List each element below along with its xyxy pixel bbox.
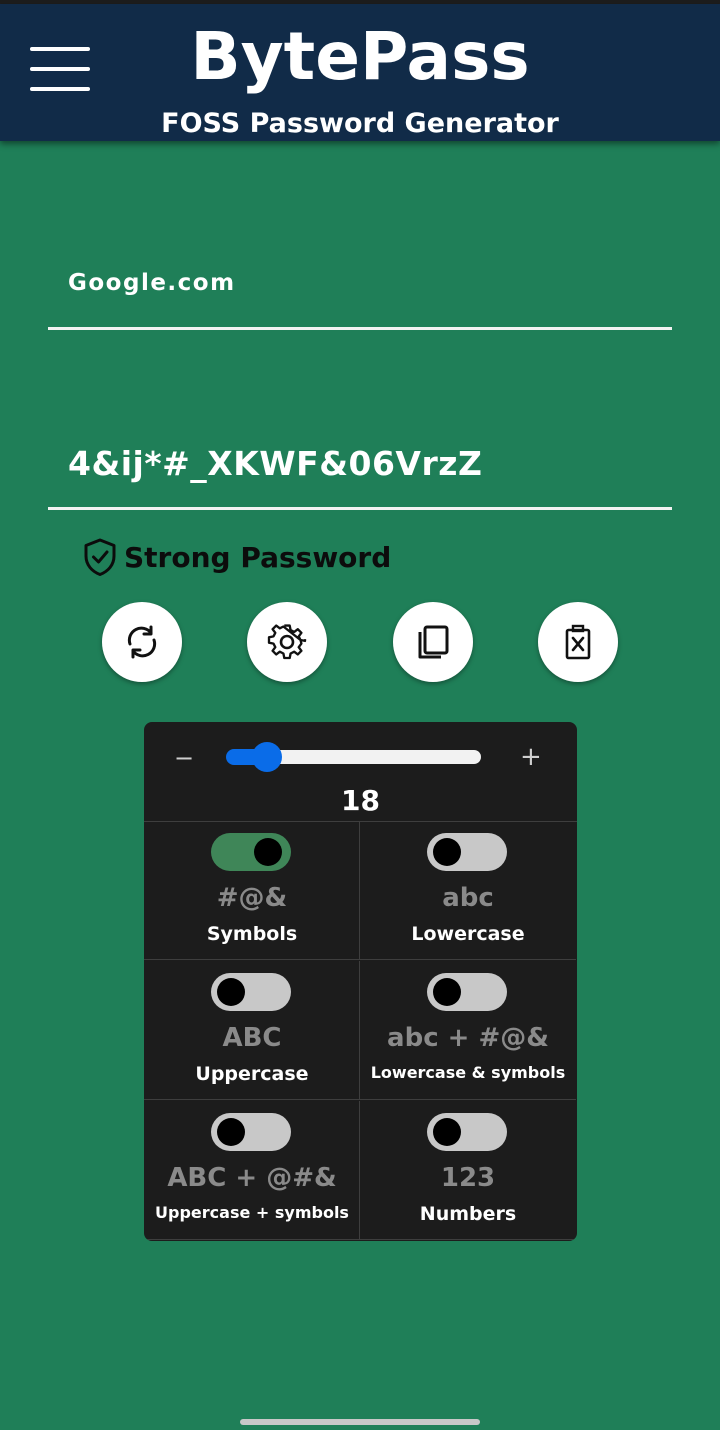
option-lowercase-symbols: abc + #@& Lowercase & symbols [360, 961, 576, 1100]
increase-length-button[interactable]: + [520, 742, 542, 772]
options-panel: − + 18 #@& Symbols abc Lowercase ABC Upp… [144, 722, 577, 1241]
numbers-toggle[interactable] [427, 1113, 507, 1151]
uppercase-glyph: ABC [222, 1023, 282, 1053]
shield-check-icon [84, 538, 116, 576]
symbols-toggle[interactable] [211, 833, 291, 871]
gear-icon [267, 624, 307, 660]
option-uppercase-symbols: ABC + @#& Uppercase + symbols [144, 1101, 360, 1240]
gesture-nav-handle[interactable] [240, 1419, 480, 1425]
app-header: BytePass FOSS Password Generator [0, 4, 720, 141]
length-value: 18 [341, 784, 380, 817]
site-field [48, 250, 672, 330]
app-subtitle: FOSS Password Generator [161, 108, 559, 139]
strength-indicator: Strong Password [82, 535, 391, 579]
clear-button[interactable] [538, 602, 618, 682]
uppercase-symbols-label: Uppercase + symbols [155, 1203, 349, 1222]
password-output[interactable] [48, 425, 668, 501]
numbers-label: Numbers [419, 1203, 517, 1225]
settings-button[interactable] [247, 602, 327, 682]
option-symbols: #@& Symbols [144, 821, 360, 960]
numbers-glyph: 123 [440, 1163, 496, 1193]
regenerate-button[interactable] [102, 602, 182, 682]
app-title: BytePass [190, 18, 530, 95]
lowercase-toggle[interactable] [427, 833, 507, 871]
copy-icon [418, 625, 449, 659]
uppercase-symbols-glyph: ABC + @#& [167, 1163, 337, 1193]
password-field [48, 425, 672, 510]
uppercase-symbols-toggle[interactable] [211, 1113, 291, 1151]
copy-button[interactable] [393, 602, 473, 682]
uppercase-label: Uppercase [195, 1063, 309, 1085]
symbols-label: Symbols [206, 923, 298, 945]
lowercase-glyph: abc [442, 883, 494, 913]
clear-icon [565, 624, 591, 660]
lowercase-symbols-glyph: abc + #@& [387, 1023, 549, 1053]
option-numbers: 123 Numbers [360, 1101, 576, 1240]
lowercase-symbols-toggle[interactable] [427, 973, 507, 1011]
strength-label: Strong Password [124, 540, 392, 574]
lowercase-symbols-label: Lowercase & symbols [370, 1063, 566, 1082]
length-slider-row: − + 18 [144, 722, 577, 822]
option-uppercase: ABC Uppercase [144, 961, 360, 1100]
decrease-length-button[interactable]: − [174, 744, 194, 772]
site-input[interactable] [48, 250, 668, 316]
refresh-icon [127, 625, 157, 659]
lowercase-label: Lowercase [411, 923, 525, 945]
uppercase-toggle[interactable] [211, 973, 291, 1011]
length-slider-thumb[interactable] [252, 742, 283, 772]
option-lowercase: abc Lowercase [360, 821, 576, 960]
symbols-glyph: #@& [216, 883, 288, 913]
